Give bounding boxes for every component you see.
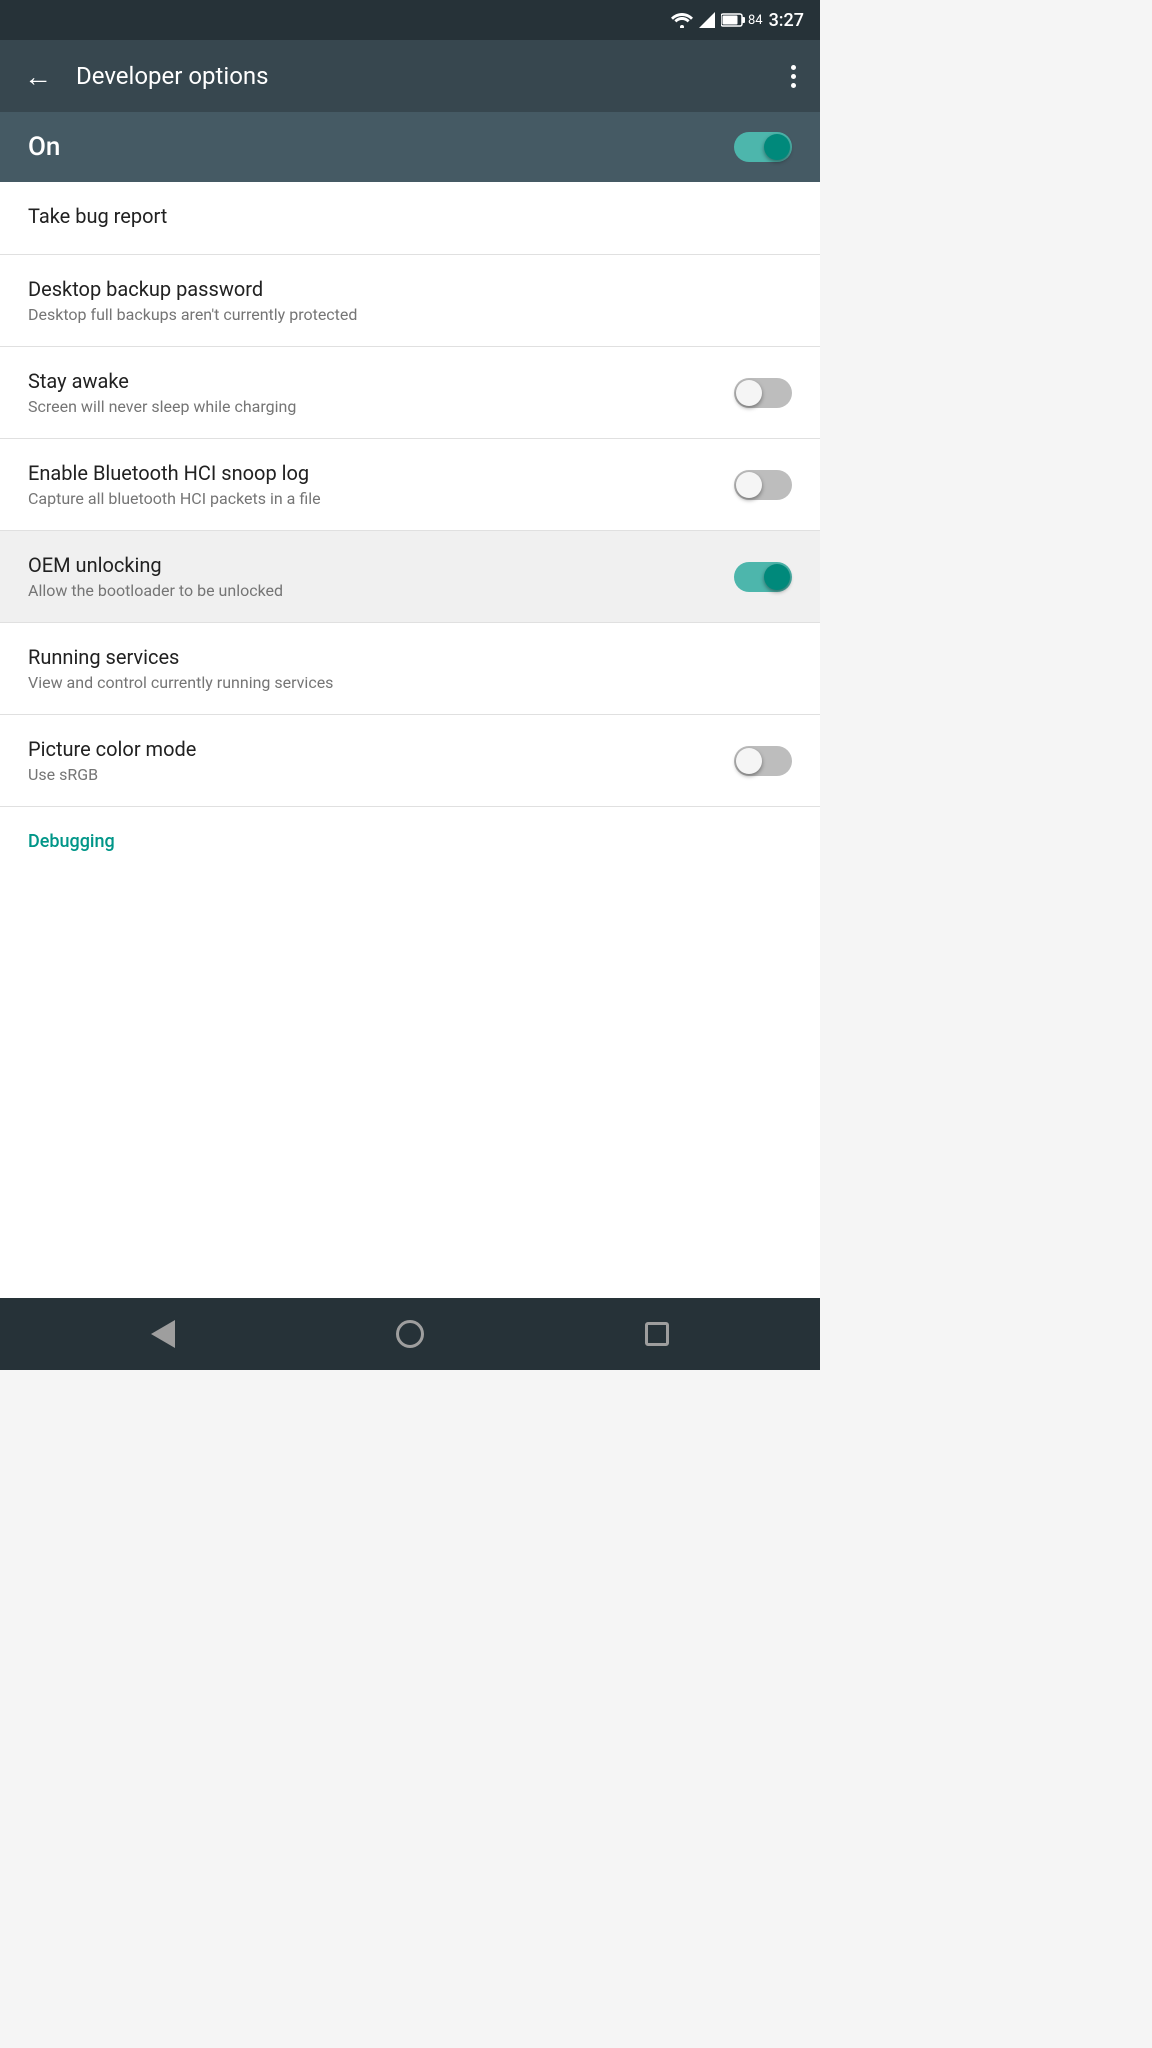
oem-unlocking-toggle[interactable] bbox=[734, 562, 792, 592]
desktop-backup-password-subtitle: Desktop full backups aren't currently pr… bbox=[28, 305, 776, 324]
picture-color-mode-toggle[interactable] bbox=[734, 746, 792, 776]
status-time: 3:27 bbox=[769, 10, 804, 31]
nav-back-icon bbox=[151, 1320, 175, 1348]
desktop-backup-password-title: Desktop backup password bbox=[28, 277, 776, 301]
bluetooth-hci-toggle-knob bbox=[736, 472, 762, 498]
nav-back-button[interactable] bbox=[139, 1308, 187, 1360]
running-services-subtitle: View and control currently running servi… bbox=[28, 673, 776, 692]
wifi-icon bbox=[671, 12, 693, 28]
bluetooth-hci-text: Enable Bluetooth HCI snoop log Capture a… bbox=[28, 461, 718, 508]
picture-color-mode-subtitle: Use sRGB bbox=[28, 765, 718, 784]
bluetooth-hci-title: Enable Bluetooth HCI snoop log bbox=[28, 461, 718, 485]
oem-unlocking-subtitle: Allow the bootloader to be unlocked bbox=[28, 581, 718, 600]
nav-bar bbox=[0, 1298, 820, 1370]
oem-unlocking-toggle-knob bbox=[764, 564, 790, 590]
toggle-knob bbox=[764, 134, 790, 160]
bluetooth-hci-subtitle: Capture all bluetooth HCI packets in a f… bbox=[28, 489, 718, 508]
stay-awake-toggle[interactable] bbox=[734, 378, 792, 408]
bluetooth-hci-item[interactable]: Enable Bluetooth HCI snoop log Capture a… bbox=[0, 439, 820, 531]
picture-color-mode-item[interactable]: Picture color mode Use sRGB bbox=[0, 715, 820, 807]
oem-unlocking-text: OEM unlocking Allow the bootloader to be… bbox=[28, 553, 718, 600]
nav-home-icon bbox=[396, 1320, 424, 1348]
stay-awake-toggle-knob bbox=[736, 380, 762, 406]
stay-awake-item[interactable]: Stay awake Screen will never sleep while… bbox=[0, 347, 820, 439]
stay-awake-title: Stay awake bbox=[28, 369, 718, 393]
toolbar: ← Developer options bbox=[0, 40, 820, 112]
picture-color-mode-toggle-knob bbox=[736, 748, 762, 774]
more-options-button[interactable] bbox=[783, 57, 804, 96]
nav-recents-icon bbox=[645, 1322, 669, 1346]
bluetooth-hci-toggle[interactable] bbox=[734, 470, 792, 500]
toolbar-title: Developer options bbox=[76, 62, 767, 90]
running-services-item[interactable]: Running services View and control curren… bbox=[0, 623, 820, 715]
desktop-backup-password-text: Desktop backup password Desktop full bac… bbox=[28, 277, 776, 324]
nav-recents-button[interactable] bbox=[633, 1310, 681, 1358]
dev-options-label: On bbox=[28, 132, 60, 162]
take-bug-report-title: Take bug report bbox=[28, 204, 776, 228]
take-bug-report-item[interactable]: Take bug report bbox=[0, 182, 820, 255]
dot1 bbox=[791, 65, 796, 70]
developer-options-header: On bbox=[0, 112, 820, 182]
picture-color-mode-text: Picture color mode Use sRGB bbox=[28, 737, 718, 784]
status-icons: 84 3:27 bbox=[671, 10, 804, 31]
developer-options-toggle[interactable] bbox=[734, 132, 792, 162]
stay-awake-subtitle: Screen will never sleep while charging bbox=[28, 397, 718, 416]
debugging-label: Debugging bbox=[28, 831, 115, 852]
debugging-section-header: Debugging bbox=[0, 807, 820, 860]
running-services-title: Running services bbox=[28, 645, 776, 669]
dot2 bbox=[791, 74, 796, 79]
stay-awake-text: Stay awake Screen will never sleep while… bbox=[28, 369, 718, 416]
status-bar: 84 3:27 bbox=[0, 0, 820, 40]
signal-icon bbox=[699, 12, 715, 28]
picture-color-mode-title: Picture color mode bbox=[28, 737, 718, 761]
settings-list: Take bug report Desktop backup password … bbox=[0, 182, 820, 1298]
running-services-text: Running services View and control curren… bbox=[28, 645, 776, 692]
oem-unlocking-title: OEM unlocking bbox=[28, 553, 718, 577]
dot3 bbox=[791, 83, 796, 88]
desktop-backup-password-item[interactable]: Desktop backup password Desktop full bac… bbox=[0, 255, 820, 347]
battery-icon: 84 bbox=[721, 13, 763, 28]
back-button[interactable]: ← bbox=[16, 52, 60, 101]
take-bug-report-text: Take bug report bbox=[28, 204, 776, 232]
nav-home-button[interactable] bbox=[384, 1308, 436, 1360]
oem-unlocking-item[interactable]: OEM unlocking Allow the bootloader to be… bbox=[0, 531, 820, 623]
